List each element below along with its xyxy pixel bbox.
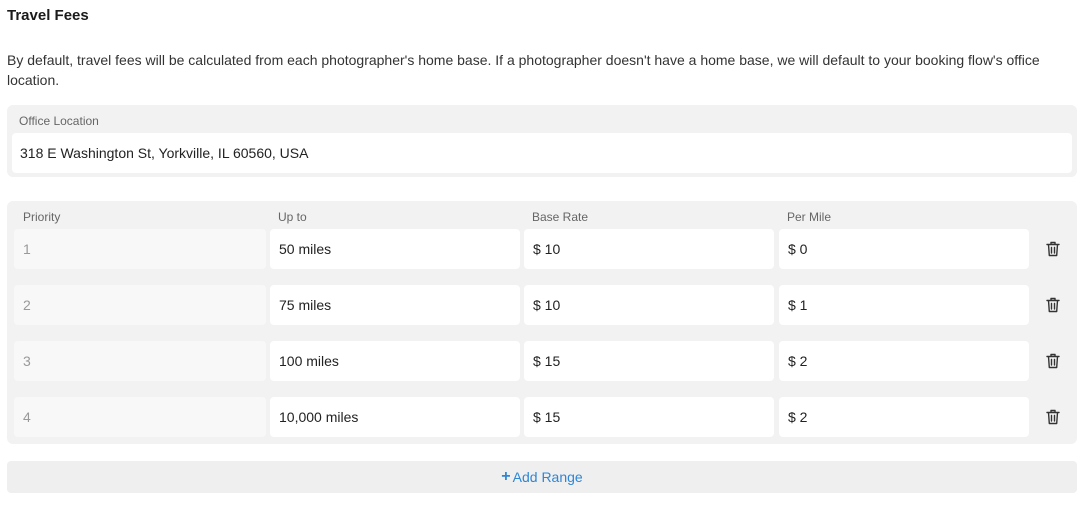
base-rate-input[interactable]: $ 15	[524, 341, 774, 381]
section-description: By default, travel fees will be calculat…	[7, 52, 1040, 88]
up-to-input[interactable]: 75 miles	[270, 285, 520, 325]
base-rate-header: Base Rate	[532, 210, 589, 224]
per-mile-input[interactable]: $ 2	[779, 341, 1029, 381]
table-row: 1 50 miles $ 10 $ 0	[7, 229, 1077, 269]
priority-cell: 2	[14, 285, 266, 325]
plus-icon: +	[501, 468, 511, 485]
add-range-button[interactable]: + Add Range	[7, 461, 1077, 493]
travel-fees-page: Travel Fees By default, travel fees will…	[0, 0, 1089, 507]
add-range-label: Add Range	[512, 469, 583, 485]
base-rate-input[interactable]: $ 15	[524, 397, 774, 437]
table-row: 2 75 miles $ 10 $ 1	[7, 285, 1077, 325]
up-to-input[interactable]: 10,000 miles	[270, 397, 520, 437]
table-row: 4 10,000 miles $ 15 $ 2	[7, 397, 1077, 437]
office-location-label: Office Location	[19, 114, 99, 128]
office-location-input[interactable]	[12, 133, 1072, 173]
trash-icon[interactable]	[1045, 240, 1061, 258]
priority-cell: 1	[14, 229, 266, 269]
priority-cell: 3	[14, 341, 266, 381]
up-to-input[interactable]: 100 miles	[270, 341, 520, 381]
per-mile-input[interactable]: $ 0	[779, 229, 1029, 269]
section-title: Travel Fees	[7, 7, 89, 24]
base-rate-input[interactable]: $ 10	[524, 229, 774, 269]
priority-cell: 4	[14, 397, 266, 437]
office-location-panel: Office Location	[7, 105, 1077, 177]
travel-fee-table: Priority Up to Base Rate Per Mile 1 50 m…	[7, 201, 1077, 444]
up-to-header: Up to	[278, 210, 307, 224]
priority-header: Priority	[23, 210, 61, 224]
trash-icon[interactable]	[1045, 296, 1061, 314]
trash-icon[interactable]	[1045, 352, 1061, 370]
table-row: 3 100 miles $ 15 $ 2	[7, 341, 1077, 381]
per-mile-header: Per Mile	[787, 210, 832, 224]
trash-icon[interactable]	[1045, 408, 1061, 426]
up-to-input[interactable]: 50 miles	[270, 229, 520, 269]
per-mile-input[interactable]: $ 1	[779, 285, 1029, 325]
base-rate-input[interactable]: $ 10	[524, 285, 774, 325]
per-mile-input[interactable]: $ 2	[779, 397, 1029, 437]
